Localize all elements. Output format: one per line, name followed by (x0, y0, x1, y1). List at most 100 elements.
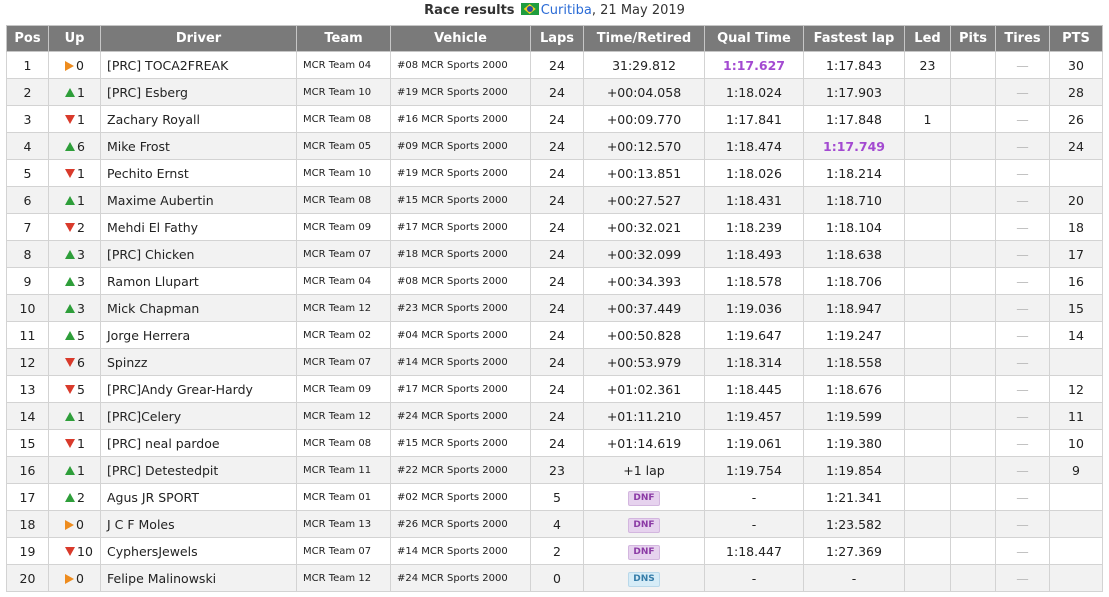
cell-qual-time: 1:19.457 (704, 402, 804, 430)
cell-laps: 24 (530, 348, 584, 376)
cell-up: 3 (48, 267, 101, 295)
cell-driver: Agus JR SPORT (100, 483, 297, 511)
cell-tires: — (995, 348, 1050, 376)
table-row: 19 10 CyphersJewels MCR Team 07 #14 MCR Spor… (6, 537, 1103, 565)
cell-driver: Pechito Ernst (100, 159, 297, 187)
cell-qual-time: 1:18.445 (704, 375, 804, 403)
cell-pos: 1 (6, 51, 49, 79)
cell-vehicle: #19 MCR Sports 2000 (390, 159, 531, 187)
cell-laps: 24 (530, 294, 584, 322)
cell-tires: — (995, 483, 1050, 511)
col-laps[interactable]: Laps (530, 25, 584, 52)
cell-up: 1 (48, 186, 101, 214)
positions-gained: 1 (77, 192, 85, 208)
results-table: Pos Up Driver Team Vehicle Laps Time/Ret… (6, 25, 1103, 592)
cell-laps: 24 (530, 159, 584, 187)
cell-pts: 18 (1049, 213, 1103, 241)
cell-up: 1 (48, 402, 101, 430)
positions-gained: 2 (77, 489, 85, 505)
col-tires[interactable]: Tires (995, 25, 1050, 52)
race-results-header: Race results Curitiba, 21 May 2019 (0, 0, 1109, 22)
cell-team: MCR Team 08 (296, 105, 391, 133)
col-up[interactable]: Up (48, 25, 101, 52)
cell-laps: 24 (530, 321, 584, 349)
arrow-down-icon (65, 114, 75, 124)
cell-time: +01:02.361 (583, 375, 705, 403)
cell-led (904, 159, 951, 187)
cell-pos: 17 (6, 483, 49, 511)
cell-fastest-lap: 1:17.749 (803, 132, 905, 160)
col-vehicle[interactable]: Vehicle (390, 25, 531, 52)
table-row: 17 2 Agus JR SPORT MCR Team 01 #02 MCR Sport… (6, 483, 1103, 511)
col-fastest-lap[interactable]: Fastest lap (803, 25, 905, 52)
cell-driver: [PRC] Chicken (100, 240, 297, 268)
cell-team: MCR Team 08 (296, 186, 391, 214)
positions-gained: 3 (77, 273, 85, 289)
cell-up: 3 (48, 240, 101, 268)
cell-tires: — (995, 456, 1050, 484)
cell-pos: 7 (6, 213, 49, 241)
cell-vehicle: #09 MCR Sports 2000 (390, 132, 531, 160)
col-qual-time[interactable]: Qual Time (704, 25, 804, 52)
cell-driver: Jorge Herrera (100, 321, 297, 349)
cell-driver: Mike Frost (100, 132, 297, 160)
cell-led (904, 429, 951, 457)
col-pos[interactable]: Pos (6, 25, 49, 52)
cell-up: 0 (48, 564, 101, 592)
cell-fastest-lap: 1:21.341 (803, 483, 905, 511)
cell-team: MCR Team 10 (296, 159, 391, 187)
cell-pos: 2 (6, 78, 49, 106)
header-label: Race results (424, 3, 515, 18)
city-link[interactable]: Curitiba (541, 3, 592, 18)
arrow-down-icon (65, 384, 75, 394)
cell-pos: 19 (6, 537, 49, 565)
col-driver[interactable]: Driver (100, 25, 297, 52)
arrow-up-icon (65, 249, 75, 259)
cell-pos: 12 (6, 348, 49, 376)
arrow-down-icon (65, 357, 75, 367)
cell-laps: 4 (530, 510, 584, 538)
cell-vehicle: #22 MCR Sports 2000 (390, 456, 531, 484)
cell-laps: 5 (530, 483, 584, 511)
cell-led (904, 186, 951, 214)
cell-pts (1049, 483, 1103, 511)
cell-vehicle: #02 MCR Sports 2000 (390, 483, 531, 511)
col-pts[interactable]: PTS (1049, 25, 1103, 52)
positions-gained: 1 (77, 84, 85, 100)
cell-vehicle: #15 MCR Sports 2000 (390, 186, 531, 214)
col-led[interactable]: Led (904, 25, 951, 52)
arrow-up-icon (65, 492, 75, 502)
col-time[interactable]: Time/Retired (583, 25, 705, 52)
col-team[interactable]: Team (296, 25, 391, 52)
cell-fastest-lap: 1:18.710 (803, 186, 905, 214)
cell-tires: — (995, 402, 1050, 430)
cell-pts: 15 (1049, 294, 1103, 322)
cell-team: MCR Team 09 (296, 375, 391, 403)
cell-pts: 30 (1049, 51, 1103, 79)
cell-time: +00:04.058 (583, 78, 705, 106)
cell-qual-time: 1:17.627 (704, 51, 804, 79)
cell-tires: — (995, 213, 1050, 241)
cell-time: +00:12.570 (583, 132, 705, 160)
table-row: 5 1 Pechito Ernst MCR Team 10 #19 MCR Sports… (6, 159, 1103, 187)
cell-fastest-lap: - (803, 564, 905, 592)
cell-led (904, 240, 951, 268)
cell-pts (1049, 537, 1103, 565)
cell-tires: — (995, 267, 1050, 295)
cell-laps: 24 (530, 132, 584, 160)
table-row: 11 5 Jorge Herrera MCR Team 02 #04 MCR Sport… (6, 321, 1103, 349)
cell-pits (950, 267, 996, 295)
cell-time: DNF (583, 537, 705, 565)
cell-team: MCR Team 13 (296, 510, 391, 538)
cell-led (904, 483, 951, 511)
cell-qual-time: 1:19.036 (704, 294, 804, 322)
cell-pits (950, 78, 996, 106)
cell-pts: 26 (1049, 105, 1103, 133)
cell-vehicle: #14 MCR Sports 2000 (390, 537, 531, 565)
positions-gained: 5 (77, 381, 85, 397)
cell-team: MCR Team 07 (296, 537, 391, 565)
col-pits[interactable]: Pits (950, 25, 996, 52)
table-row: 7 2 Mehdi El Fathy MCR Team 09 #17 MCR Sport… (6, 213, 1103, 241)
cell-laps: 24 (530, 402, 584, 430)
arrow-down-icon (65, 546, 75, 556)
